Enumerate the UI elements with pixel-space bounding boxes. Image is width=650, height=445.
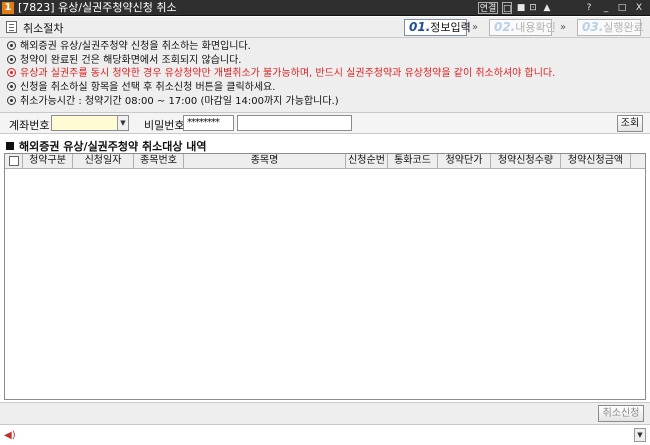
close-button[interactable]: X [633,2,645,14]
table-header: 청약구분 신청일자 종목번호 종목명 신청순번 통화코드 청약단가 청약신청수량… [5,154,645,169]
chevron-down-icon[interactable]: ▼ [117,116,128,130]
select-all-header[interactable] [5,154,23,169]
action-bar: 취소신청 [0,402,650,424]
notice-text: 해외증권 유상/실권주청약 신청을 취소하는 화면입니다. [20,41,251,52]
column-header[interactable]: 신청일자 [73,154,134,169]
pin-icon[interactable]: ■ [516,2,526,14]
procedure-title: 취소절차 [23,22,64,35]
minimize-button[interactable]: _ [600,2,612,14]
maximize-button[interactable]: □ [616,2,628,14]
account-label: 계좌번호 [9,119,50,132]
step-label: 내용확인 [515,21,556,34]
window-title-bar: 1 [7823] 유상/실권주청약신청 취소 연결 □ ■ ⊡ ▲ ? _ □ … [0,0,650,16]
column-header[interactable]: 청약신청수량 [491,154,561,169]
notice-item: 취소가능시간 : 청약기간 08:00 ~ 17:00 (마감일 14:00까지… [7,95,339,109]
step-label: 실행완료 [603,21,644,34]
column-header[interactable]: 종목명 [184,154,346,169]
step-label: 정보입력 [430,21,471,34]
screen-number-badge: 1 [2,2,14,14]
notice-item: 청약이 완료된 건은 해당화면에서 조회되지 않습니다. [7,54,241,68]
status-bar: ◀) ▼ [0,424,650,445]
password-label: 비밀번호 [144,119,185,132]
account-select[interactable]: ▼ [51,115,129,131]
step-execution-complete: 03.실행완료 [577,19,644,36]
tile-icon[interactable]: ⊡ [528,2,538,14]
cancel-target-table[interactable]: 청약구분 신청일자 종목번호 종목명 신청순번 통화코드 청약단가 청약신청수량… [4,153,646,400]
step-number: 01. [409,20,431,34]
bullet-icon [7,82,16,91]
notice-text: 유상과 실권주를 동시 청약한 경우 유상청약만 개별취소가 불가능하며, 반드… [20,68,556,79]
section-title-text: 해외증권 유상/실권주청약 취소대상 내역 [19,140,207,153]
column-header[interactable]: 청약구분 [23,154,73,169]
window-restore-icon[interactable]: □ [502,2,512,14]
column-header[interactable]: 청약단가 [438,154,491,169]
notice-item-warning: 유상과 실권주를 동시 청약한 경우 유상청약만 개별취소가 불가능하며, 반드… [7,67,555,81]
notice-text: 청약이 완료된 건은 해당화면에서 조회되지 않습니다. [20,55,242,66]
chevron-right-icon: » [560,22,567,33]
notice-panel: 해외증권 유상/실권주청약 신청을 취소하는 화면입니다. 청약이 완료된 건은… [0,38,650,112]
column-header[interactable]: 통화코드 [388,154,438,169]
bullet-icon [7,55,16,64]
bullet-icon [7,68,16,77]
procedure-header: 취소절차 01.정보입력 » 02.내용확인 » 03.실행완료 [0,17,650,38]
window-title: [7823] 유상/실권주청약신청 취소 [18,1,177,14]
query-button[interactable]: 조회 [617,115,643,132]
step-number: 02. [494,20,516,34]
square-bullet-icon [6,142,14,150]
step-info-input: 01.정보입력 [404,19,471,36]
account-name-field [237,115,352,131]
notice-text: 취소가능시간 : 청약기간 08:00 ~ 17:00 (마감일 14:00까지… [20,96,339,107]
search-form: 계좌번호 ▼ 비밀번호 ******** 조회 [0,112,650,134]
step-content-confirm: 02.내용확인 [489,19,556,36]
link-connect-button[interactable]: 연결 [478,2,498,14]
select-all-checkbox[interactable] [9,156,19,166]
notice-text: 신청을 취소하실 항목을 선택 후 취소신청 버튼을 클릭하세요. [20,82,276,93]
column-header[interactable]: 신청순번 [346,154,388,169]
bullet-icon [7,96,16,105]
password-field[interactable]: ******** [183,115,234,131]
document-icon [6,21,17,33]
cancel-request-button[interactable]: 취소신청 [598,405,644,422]
up-arrow-icon[interactable]: ▲ [542,2,552,14]
chevron-right-icon: » [472,22,479,33]
speaker-icon[interactable]: ◀) [4,430,16,441]
bullet-icon [7,41,16,50]
section-title: 해외증권 유상/실권주청약 취소대상 내역 [6,138,207,154]
column-header[interactable]: 종목번호 [134,154,184,169]
column-header[interactable]: 청약신청금액 [561,154,631,169]
notice-item: 신청을 취소하실 항목을 선택 후 취소신청 버튼을 클릭하세요. [7,81,275,95]
help-icon[interactable]: ? [584,2,594,14]
chevron-down-icon[interactable]: ▼ [634,428,646,442]
notice-item: 해외증권 유상/실권주청약 신청을 취소하는 화면입니다. [7,40,251,54]
step-number: 03. [582,20,604,34]
